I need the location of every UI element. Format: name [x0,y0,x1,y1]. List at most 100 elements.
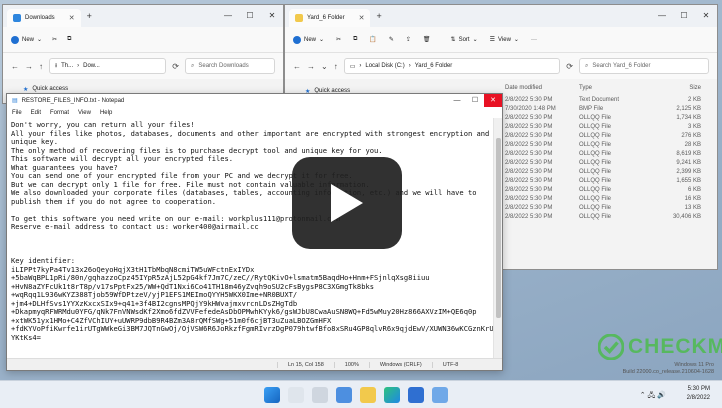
column-type[interactable]: Type [579,85,653,91]
forward-arrow-icon[interactable]: → [25,62,33,71]
forward-arrow-icon[interactable]: → [307,62,315,71]
breadcrumb-2[interactable]: Dow... [83,63,100,69]
chevron-down-icon: ⌄ [513,37,519,43]
start-icon[interactable] [264,387,280,403]
rename-icon[interactable]: ✎ [389,36,394,43]
menu-help[interactable]: Help [100,110,112,116]
back-arrow-icon[interactable]: ← [293,62,301,71]
tab-downloads[interactable]: Downloads ✕ [7,9,81,27]
file-size: 30,406 KB [672,213,701,220]
address-bar[interactable]: ▭ › Local Disk (C:) › Yard_6 Folder [343,58,561,74]
file-type: OLLQQ File [579,186,612,193]
chevron-down-icon: ⌄ [319,37,325,43]
menu-file[interactable]: File [12,110,22,116]
close-icon[interactable]: ✕ [484,94,502,107]
checkmark-logo-icon [598,334,624,360]
column-size[interactable]: Size [653,85,701,91]
view-label: View [498,36,511,43]
copy-icon[interactable]: ⧉ [353,36,357,43]
search-input[interactable]: ⌕ Search Yard_6 Folder [579,58,709,74]
breadcrumb-1[interactable]: Local Disk (C:) [365,63,404,69]
maximize-icon[interactable]: ☐ [673,5,695,27]
tray-icons[interactable]: ⌃ 🖧 🔊 [640,391,666,402]
menu-format[interactable]: Format [50,110,69,116]
minimize-icon[interactable]: — [217,5,239,27]
menu-view[interactable]: View [78,110,91,116]
file-size: 8,619 KB [676,150,701,157]
column-date-modified[interactable]: Date modified [505,85,579,91]
edge-icon[interactable] [384,387,400,403]
vertical-scrollbar[interactable] [493,118,502,358]
file-date: 2/8/2022 5:30 PM [505,114,553,121]
close-tab-icon[interactable]: ✕ [69,14,75,22]
file-explorer-icon[interactable] [360,387,376,403]
refresh-icon[interactable]: ⟳ [566,62,573,71]
file-date: 2/8/2022 5:30 PM [505,141,553,148]
file-date: 2/8/2022 5:30 PM [505,213,553,220]
up-arrow-icon[interactable]: ↑ [39,62,43,71]
cut-icon[interactable]: ✂ [336,36,341,43]
minimize-icon[interactable]: — [651,5,673,27]
folder-icon [295,14,303,22]
maximize-icon[interactable]: ☐ [239,5,261,27]
new-icon [11,35,19,44]
search-input[interactable]: ⌕ Search Downloads [185,58,275,74]
file-date: 2/8/2022 5:30 PM [505,123,553,130]
nav-quick-access-label: Quick access [32,86,69,92]
chevron-right-icon: › [359,63,362,69]
back-arrow-icon[interactable]: ← [11,62,19,71]
tab-yard6[interactable]: Yard_6 Folder ✕ [289,9,371,27]
address-row: ← → ⌄ ↑ ▭ › Local Disk (C:) › Yard_6 Fol… [285,53,717,79]
file-size: 276 KB [681,132,701,139]
refresh-icon[interactable]: ⟳ [172,62,179,71]
command-bar: New ⌄ ✂ ⧉ [3,27,283,53]
breadcrumb-1[interactable]: Th... [61,63,73,69]
chevron-down-icon[interactable]: ⌄ [321,62,328,71]
new-button[interactable]: New ⌄ [293,35,325,44]
store-icon[interactable] [408,387,424,403]
search-icon[interactable] [288,387,304,403]
close-icon[interactable]: ✕ [261,5,283,27]
task-view-icon[interactable] [312,387,328,403]
text-editor[interactable]: Don't worry, you can return all your fil… [7,118,493,358]
breadcrumb-2[interactable]: Yard_6 Folder [415,63,453,69]
widgets-icon[interactable] [336,387,352,403]
star-icon: ★ [23,86,29,93]
brand-name: CHECKMAL [628,335,722,358]
minimize-icon[interactable]: — [448,94,466,107]
new-tab-icon[interactable]: + [87,11,92,21]
copy-icon[interactable]: ⧉ [67,36,71,43]
search-icon: ⌕ [191,62,195,69]
file-type: OLLQQ File [579,159,612,166]
share-icon[interactable]: ⇪ [406,36,411,43]
paste-icon[interactable]: 📋 [369,36,376,43]
maximize-icon[interactable]: ☐ [466,94,484,107]
cut-icon[interactable]: ✂ [52,36,57,43]
close-icon[interactable]: ✕ [695,5,717,27]
close-tab-icon[interactable]: ✕ [359,14,365,22]
search-icon: ⌕ [585,62,589,69]
clock[interactable]: 5:30 PM 2/8/2022 [687,385,710,403]
file-type: OLLQQ File [579,150,612,157]
address-bar[interactable]: ⭳ Th... › Dow... [49,58,167,74]
menu-edit[interactable]: Edit [31,110,41,116]
delete-icon[interactable]: 🗑 [423,36,431,43]
view-button[interactable]: ☰ View ⌄ [490,36,519,44]
video-play-button[interactable] [292,157,402,249]
file-size: 16 KB [684,195,701,202]
file-size: 2,125 KB [676,105,701,112]
notepad-app-icon[interactable] [432,387,448,403]
new-tab-icon[interactable]: + [376,11,381,21]
tab-title: Yard_6 Folder [307,15,345,21]
file-date: 2/8/2022 5:30 PM [505,168,553,175]
sort-button[interactable]: ⇅ Sort ⌄ [451,36,478,44]
new-button[interactable]: New ⌄ [11,35,43,44]
more-options-icon[interactable]: ··· [531,37,537,43]
chevron-down-icon: ⌄ [37,37,43,43]
file-type: OLLQQ File [579,141,612,148]
command-bar: New ⌄ ✂ ⧉ 📋 ✎ ⇪ 🗑 ⇅ Sort ⌄ ☰ View ⌄ ··· [285,27,717,53]
up-arrow-icon[interactable]: ↑ [334,62,338,71]
taskbar-apps [264,387,448,403]
file-type: OLLQQ File [579,177,612,184]
scrollbar-thumb[interactable] [496,138,501,318]
